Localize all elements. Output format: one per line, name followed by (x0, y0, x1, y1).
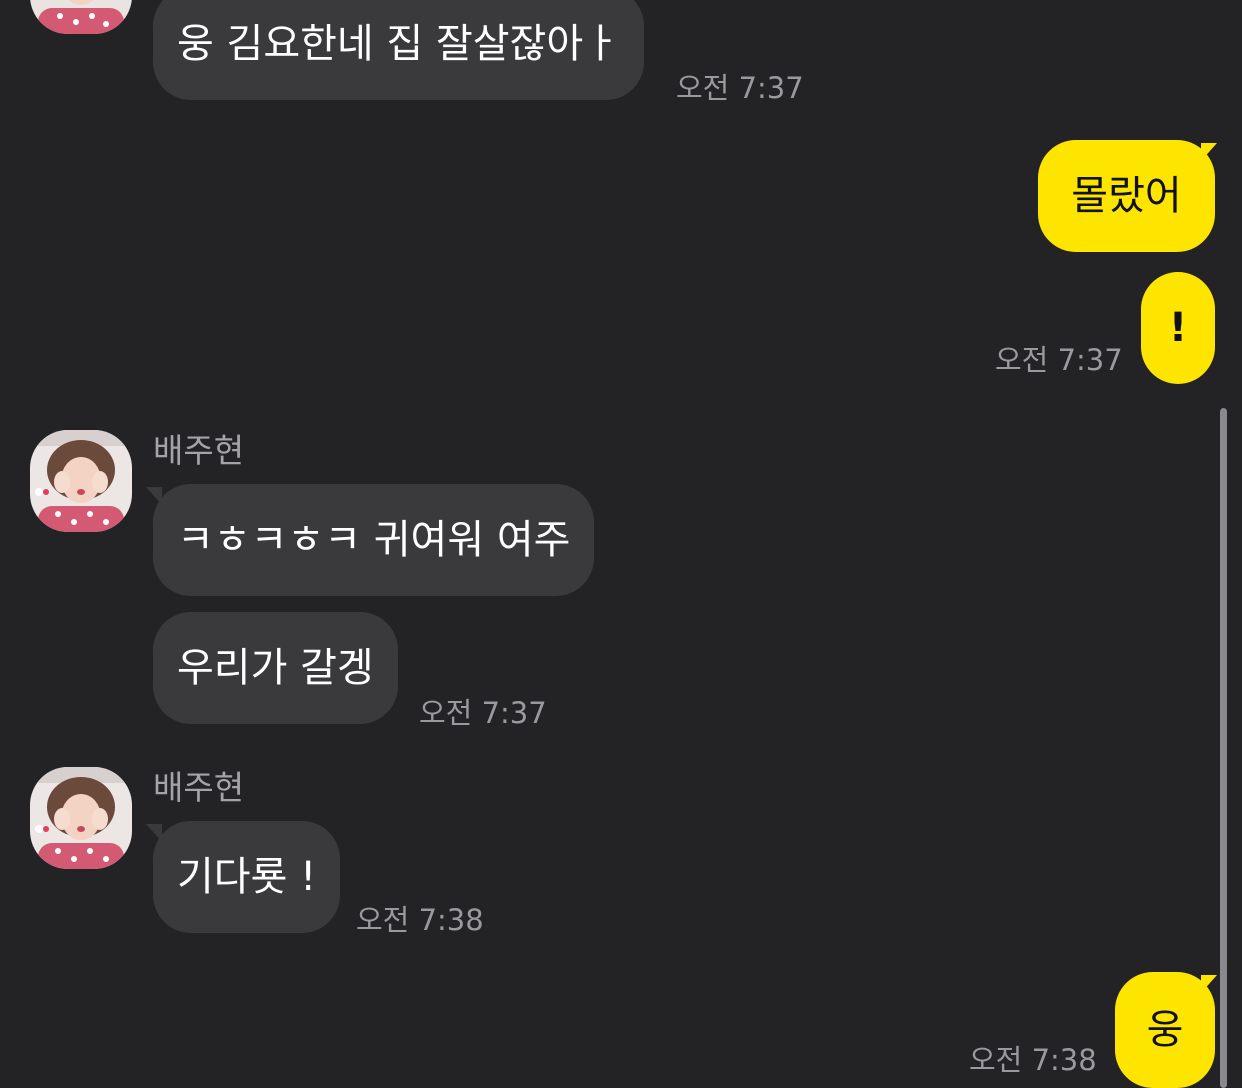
message-bubble-outgoing[interactable]: 몰랐어 (1038, 140, 1215, 252)
message-timestamp: 오전 7:37 (676, 71, 804, 105)
sender-name: 배주현 (153, 431, 245, 470)
sender-avatar[interactable] (30, 430, 132, 532)
message-timestamp: 오전 7:37 (995, 343, 1123, 377)
message-timestamp: 오전 7:37 (419, 696, 547, 730)
sender-name: 배주현 (153, 768, 245, 807)
message-bubble-incoming[interactable]: 웅 김요한네 집 잘살잖아ㅏ (153, 0, 644, 100)
scrollbar[interactable] (1220, 408, 1227, 1088)
message-bubble-incoming[interactable]: 기다룟 ! (153, 821, 341, 933)
message-bubble-incoming[interactable]: ㅋㅎㅋㅎㅋ 귀여워 여주 (153, 484, 595, 596)
message-bubble-outgoing[interactable]: ! (1141, 272, 1215, 384)
sender-avatar[interactable] (30, 767, 132, 869)
message-timestamp: 오전 7:38 (969, 1043, 1097, 1077)
message-bubble-outgoing[interactable]: 웅 (1115, 972, 1215, 1088)
message-timestamp: 오전 7:38 (356, 903, 484, 937)
sender-avatar[interactable] (30, 0, 132, 34)
message-bubble-incoming[interactable]: 우리가 갈겡 (153, 612, 398, 724)
